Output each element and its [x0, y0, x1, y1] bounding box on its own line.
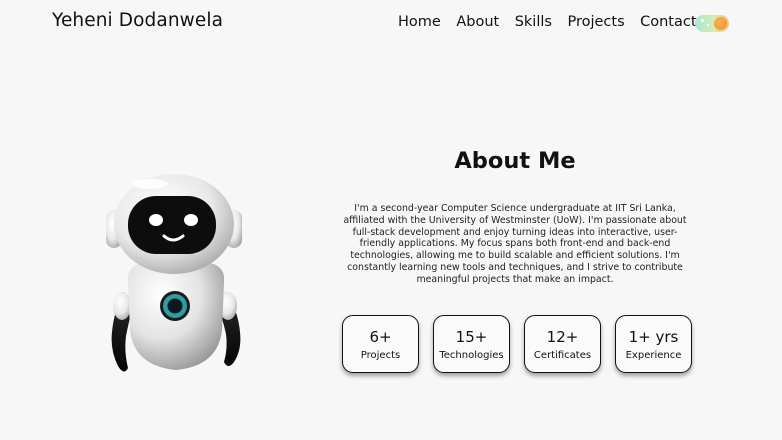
- nav-skills-link[interactable]: Skills: [515, 14, 552, 30]
- stat-card-certificates: 12+ Certificates: [524, 315, 601, 373]
- star-icon: [701, 19, 704, 22]
- nav-contact-link[interactable]: Contact: [640, 14, 696, 30]
- robot-illustration: [100, 170, 250, 382]
- stat-value: 6+: [369, 328, 392, 346]
- stat-value: 15+: [455, 328, 488, 346]
- stat-label: Projects: [360, 350, 401, 361]
- star-icon: [707, 24, 709, 26]
- about-title: About Me: [454, 148, 576, 174]
- stat-card-experience: 1+ yrs Experience: [615, 315, 692, 373]
- stat-label: Certificates: [533, 350, 592, 361]
- stat-label: Technologies: [439, 350, 504, 361]
- stat-label: Experience: [625, 350, 682, 361]
- main-nav: Home About Skills Projects Contact: [398, 14, 712, 30]
- about-description: I'm a second-year Computer Science under…: [343, 203, 687, 285]
- stat-card-technologies: 15+ Technologies: [433, 315, 510, 373]
- nav-projects-link[interactable]: Projects: [567, 14, 624, 30]
- nav-home-link[interactable]: Home: [398, 14, 441, 30]
- site-brand[interactable]: Yeheni Dodanwela: [52, 10, 223, 31]
- stat-value: 1+ yrs: [628, 328, 679, 346]
- theme-toggle[interactable]: [695, 15, 729, 32]
- stat-card-projects: 6+ Projects: [342, 315, 419, 373]
- stat-value: 12+: [546, 328, 579, 346]
- nav-about-link[interactable]: About: [456, 14, 499, 30]
- sun-icon: [714, 17, 727, 30]
